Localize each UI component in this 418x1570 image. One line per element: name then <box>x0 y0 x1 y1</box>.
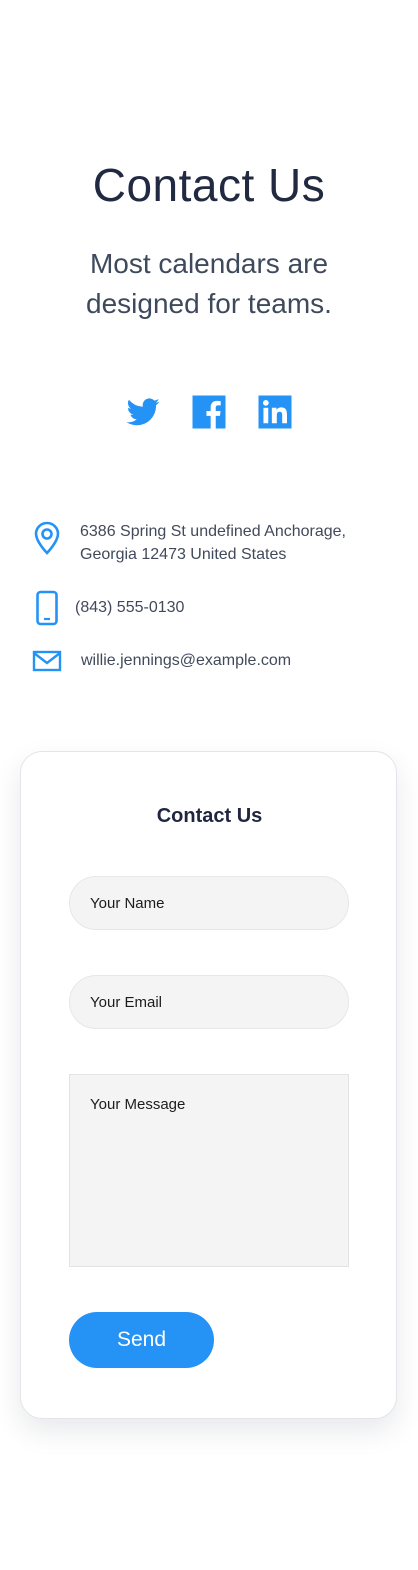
twitter-icon[interactable] <box>125 394 161 430</box>
page-subtitle: Most calendars are designed for teams. <box>86 248 332 319</box>
facebook-icon[interactable] <box>191 394 227 430</box>
phone-text[interactable]: (843) 555-0130 <box>75 596 184 619</box>
phone-row: (843) 555-0130 <box>32 590 184 626</box>
form-title: Contact Us <box>156 805 263 827</box>
linkedin-icon[interactable] <box>257 394 293 430</box>
email-input[interactable] <box>69 975 349 1029</box>
address-text: 6386 Spring St undefined Anchorage, Geor… <box>80 523 346 563</box>
email-row: willie.jennings@example.com <box>32 643 291 679</box>
send-button[interactable]: Send <box>69 1312 214 1368</box>
contact-form-card: Contact Us Send <box>20 751 397 1419</box>
social-links <box>0 394 418 430</box>
phone-icon <box>32 590 62 626</box>
page-title: Contact Us <box>92 159 326 211</box>
address-row: 6386 Spring St undefined Anchorage, Geor… <box>32 520 380 566</box>
email-text[interactable]: willie.jennings@example.com <box>81 649 291 672</box>
message-textarea[interactable] <box>69 1074 349 1267</box>
mail-icon <box>32 643 62 679</box>
name-input[interactable] <box>69 876 349 930</box>
location-pin-icon <box>32 520 62 556</box>
